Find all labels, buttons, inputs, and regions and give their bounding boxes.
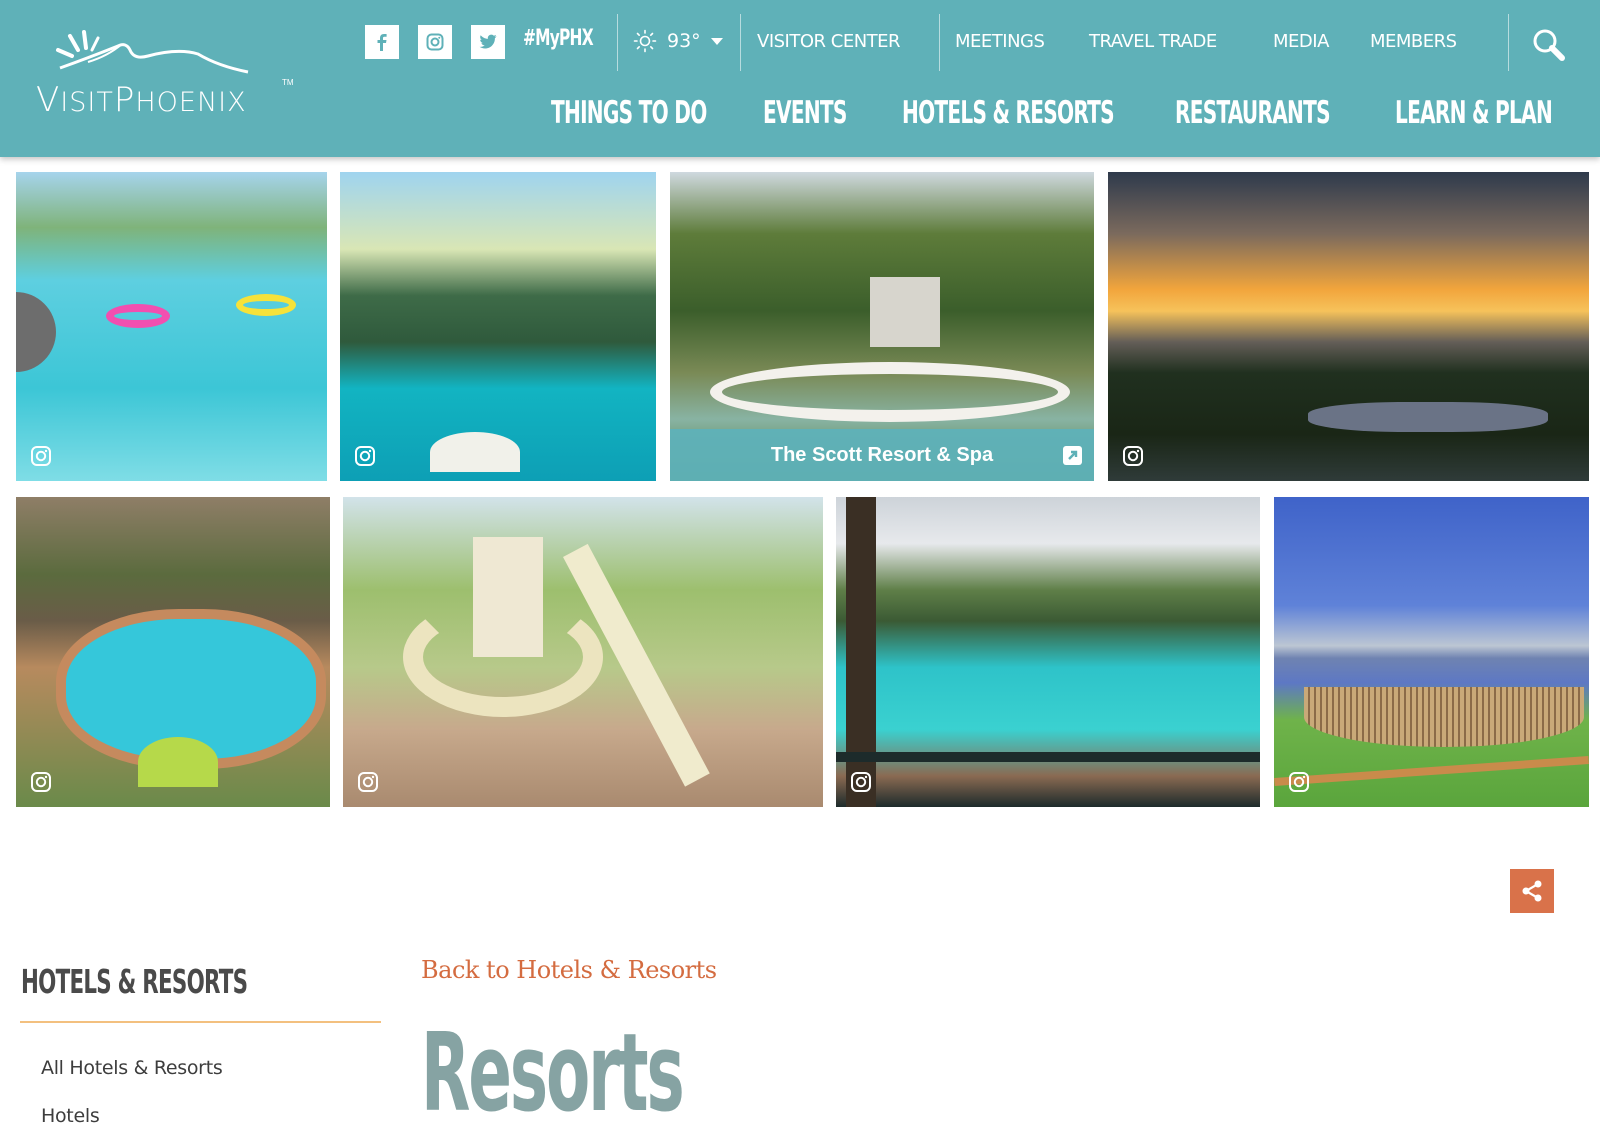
sidebar-item-all-hotels-resorts[interactable]: All Hotels & Resorts — [41, 1057, 223, 1079]
search-button[interactable] — [1530, 26, 1570, 66]
sidebar-title: HOTELS & RESORTS — [21, 962, 248, 1001]
weather-dropdown[interactable]: 93° — [633, 26, 723, 56]
instagram-icon[interactable] — [1288, 771, 1310, 793]
sidebar-item-hotels[interactable]: Hotels — [41, 1105, 100, 1127]
temperature: 93° — [667, 30, 701, 52]
site-header: VISITPHOENIX TM #MyPHX 93° VISITOR CENTE… — [0, 0, 1600, 157]
hashtag-link[interactable]: #MyPHX — [523, 26, 594, 51]
facebook-button[interactable] — [365, 25, 399, 59]
nav-members[interactable]: MEMBERS — [1370, 31, 1457, 52]
nav-hotels-resorts[interactable]: HOTELS & RESORTS — [902, 95, 1115, 131]
gallery-photo[interactable] — [16, 172, 327, 481]
trademark-mark: TM — [282, 78, 294, 87]
caption-text: The Scott Resort & Spa — [770, 443, 994, 466]
share-button[interactable] — [1510, 869, 1554, 913]
gallery-photo[interactable] — [1108, 172, 1589, 481]
back-to-hotels-resorts-link[interactable]: Back to Hotels & Resorts — [421, 956, 717, 984]
instagram-icon[interactable] — [30, 771, 52, 793]
photo-detail — [870, 277, 940, 347]
gallery-photo[interactable] — [836, 497, 1260, 807]
photo-detail — [16, 292, 56, 372]
instagram-icon[interactable] — [357, 771, 379, 793]
nav-restaurants[interactable]: RESTAURANTS — [1175, 95, 1331, 131]
nav-travel-trade[interactable]: TRAVEL TRADE — [1089, 31, 1217, 52]
nav-learn-plan[interactable]: LEARN & PLAN — [1395, 95, 1553, 131]
gallery-photo[interactable] — [340, 172, 656, 481]
caret-down-icon — [710, 37, 723, 45]
nav-media[interactable]: MEDIA — [1273, 31, 1329, 52]
search-icon — [1533, 29, 1565, 61]
photo-detail — [1308, 402, 1548, 432]
divider — [617, 14, 618, 71]
gallery-photo[interactable] — [16, 497, 330, 807]
logo-wordmark: VISITPHOENIX — [36, 80, 247, 120]
instagram-icon[interactable] — [30, 445, 52, 467]
photo-detail — [430, 432, 520, 472]
divider — [740, 14, 741, 71]
photo-detail — [403, 597, 603, 717]
logo-mountain-icon — [56, 30, 249, 74]
instagram-icon[interactable] — [1122, 445, 1144, 467]
photo-caption[interactable]: The Scott Resort & Spa — [670, 429, 1094, 481]
twitter-icon — [479, 34, 497, 49]
photo-detail — [138, 737, 218, 787]
instagram-icon — [426, 33, 444, 51]
nav-things-to-do[interactable]: THINGS TO DO — [551, 95, 707, 131]
gallery-photo[interactable] — [343, 497, 823, 807]
nav-meetings[interactable]: MEETINGS — [955, 31, 1045, 52]
visit-phoenix-logo[interactable]: VISITPHOENIX TM — [30, 28, 300, 123]
nav-events[interactable]: EVENTS — [763, 95, 847, 131]
photo-detail — [236, 294, 296, 316]
sun-icon — [633, 29, 657, 53]
share-icon — [1522, 880, 1542, 902]
nav-visitor-center[interactable]: VISITOR CENTER — [757, 31, 901, 52]
external-link-icon[interactable] — [1063, 446, 1082, 465]
photo-detail — [1274, 756, 1589, 786]
photo-detail — [1304, 687, 1584, 747]
photo-detail — [106, 304, 170, 328]
instagram-icon[interactable] — [354, 445, 376, 467]
photo-detail — [710, 362, 1070, 422]
divider — [939, 14, 940, 71]
divider — [1508, 14, 1509, 71]
page-title: Resorts — [421, 1011, 685, 1128]
instagram-icon[interactable] — [850, 771, 872, 793]
gallery-photo[interactable] — [1274, 497, 1589, 807]
twitter-button[interactable] — [471, 25, 505, 59]
instagram-button[interactable] — [418, 25, 452, 59]
gallery-photo[interactable]: The Scott Resort & Spa — [670, 172, 1094, 481]
facebook-icon — [377, 34, 387, 51]
sidebar-divider — [20, 1021, 381, 1023]
photo-detail — [836, 752, 1260, 762]
